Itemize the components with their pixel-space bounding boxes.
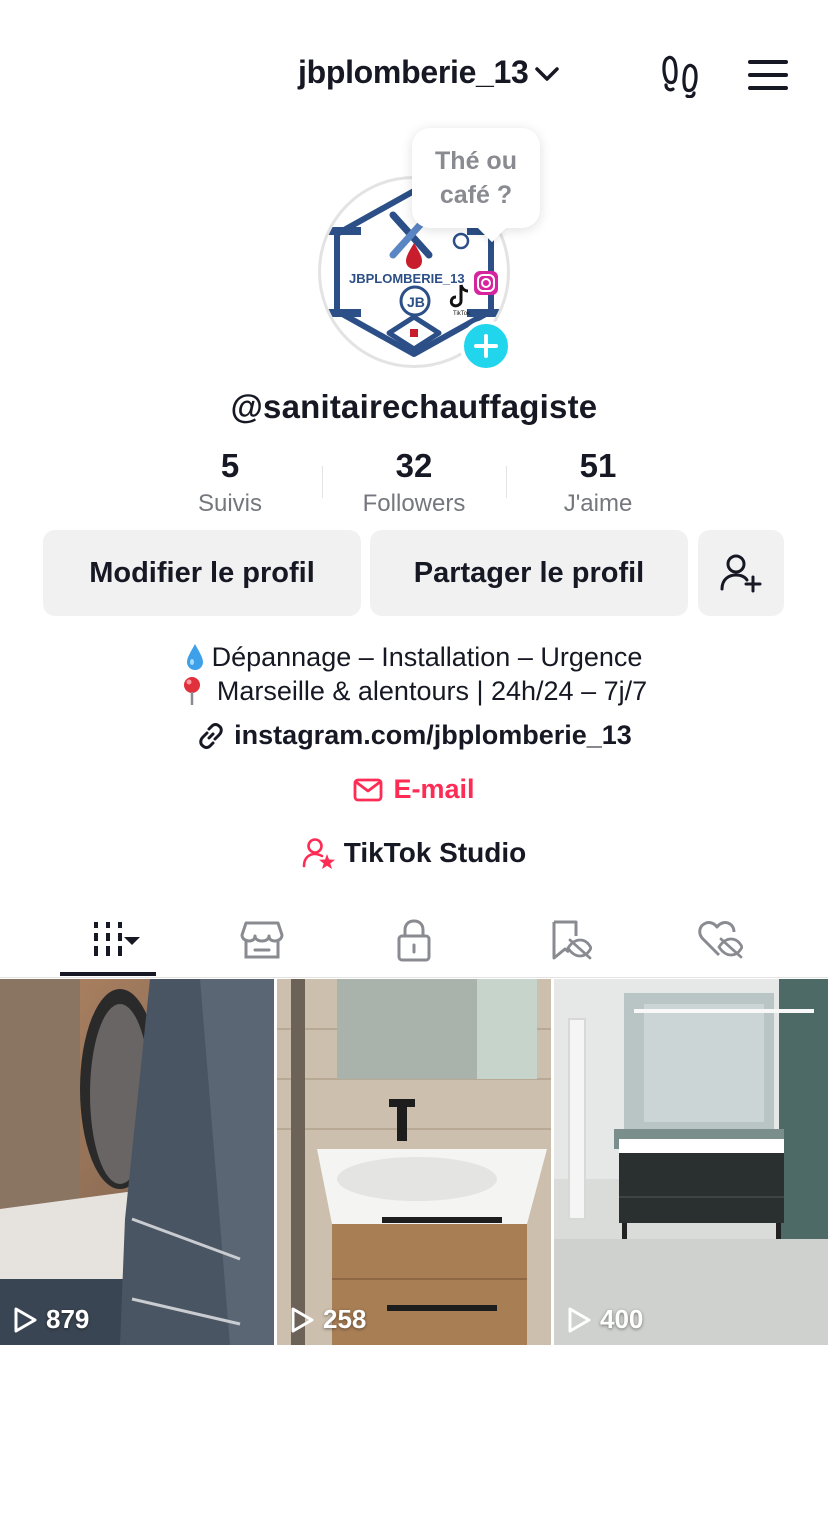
view-count-value: 258 bbox=[323, 1304, 367, 1334]
shop-icon bbox=[240, 921, 284, 959]
tab-liked[interactable] bbox=[672, 912, 768, 968]
play-icon bbox=[568, 1307, 591, 1332]
account-switcher[interactable]: jbplomberie_13 bbox=[298, 54, 529, 91]
footprints-icon[interactable] bbox=[660, 52, 702, 98]
hamburger-menu-icon[interactable] bbox=[748, 58, 788, 92]
bio-link[interactable]: instagram.com/jbplomberie_13 bbox=[0, 720, 828, 751]
active-tab-indicator bbox=[60, 972, 156, 976]
stat-followers-count: 32 bbox=[395, 447, 433, 484]
tiktok-studio-button[interactable]: TikTok Studio bbox=[0, 836, 828, 870]
stat-divider bbox=[322, 466, 323, 498]
logo-tiktok-text: TikTok bbox=[453, 311, 471, 317]
stat-followers[interactable]: 32 Followers bbox=[334, 446, 494, 518]
profile-tabs bbox=[0, 900, 828, 978]
view-count: 879 bbox=[12, 1304, 89, 1335]
username-label: jbplomberie_13 bbox=[298, 54, 529, 90]
video-grid: 879 258 400 bbox=[0, 979, 828, 1345]
stat-followers-label: Followers bbox=[362, 490, 466, 517]
bio-link-text: instagram.com/jbplomberie_13 bbox=[234, 720, 632, 750]
bookmark-hidden-icon bbox=[552, 920, 592, 960]
tab-saved[interactable] bbox=[522, 912, 618, 968]
link-icon bbox=[199, 722, 223, 749]
stat-divider bbox=[506, 466, 507, 498]
play-icon bbox=[14, 1307, 37, 1332]
stat-likes-count: 51 bbox=[579, 447, 617, 484]
stat-following[interactable]: 5 Suivis bbox=[150, 446, 310, 518]
share-profile-button[interactable]: Partager le profil bbox=[370, 530, 688, 616]
add-user-icon bbox=[720, 554, 762, 593]
tab-shop[interactable] bbox=[214, 912, 310, 968]
share-profile-label: Partager le profil bbox=[413, 556, 645, 589]
video-thumbnail-image bbox=[554, 979, 828, 1345]
stat-likes-label: J'aime bbox=[563, 490, 633, 517]
email-label: E-mail bbox=[393, 774, 475, 804]
plus-icon bbox=[474, 334, 498, 358]
video-thumbnail[interactable]: 400 bbox=[554, 979, 828, 1345]
caret-down-icon[interactable] bbox=[122, 934, 142, 946]
view-count: 400 bbox=[566, 1304, 643, 1335]
lock-icon bbox=[397, 919, 431, 962]
view-count: 258 bbox=[289, 1304, 366, 1335]
video-thumbnail[interactable]: 879 bbox=[0, 979, 274, 1345]
bio-line-2: Marseille & alentours | 24h/24 – 7j/7 bbox=[216, 675, 648, 706]
video-thumbnail-image bbox=[0, 979, 274, 1345]
heart-hidden-icon bbox=[698, 921, 743, 959]
mail-icon bbox=[354, 778, 383, 801]
view-count-value: 879 bbox=[46, 1304, 90, 1334]
stat-following-count: 5 bbox=[220, 447, 240, 484]
edit-profile-button[interactable]: Modifier le profil bbox=[43, 530, 361, 616]
email-button[interactable]: E-mail bbox=[0, 774, 828, 805]
video-thumbnail[interactable]: 258 bbox=[277, 979, 551, 1345]
logo-brand-text: JBPLOMBERIE_13 bbox=[349, 271, 465, 286]
tab-private[interactable] bbox=[366, 912, 462, 968]
video-thumbnail-image bbox=[277, 979, 551, 1345]
add-story-button[interactable] bbox=[460, 320, 512, 372]
tiktok-studio-label: TikTok Studio bbox=[343, 837, 527, 868]
play-icon bbox=[291, 1307, 314, 1332]
chevron-down-icon[interactable] bbox=[534, 62, 560, 86]
edit-profile-label: Modifier le profil bbox=[89, 556, 315, 589]
stat-following-label: Suivis bbox=[197, 490, 263, 517]
location-pin-icon bbox=[183, 677, 200, 705]
creator-star-icon bbox=[302, 838, 335, 869]
stat-likes[interactable]: 51 J'aime bbox=[518, 446, 678, 518]
view-count-value: 400 bbox=[600, 1304, 644, 1334]
bio: Dépannage – Installation – Urgence Marse… bbox=[0, 640, 828, 708]
top-bar: jbplomberie_13 bbox=[0, 0, 828, 150]
logo-monogram-text: JB bbox=[407, 294, 425, 310]
tab-videos[interactable] bbox=[60, 912, 156, 968]
note-text: Thé ou café ? bbox=[435, 147, 517, 209]
profile-handle: @sanitairechauffagiste bbox=[230, 388, 598, 425]
water-drop-icon bbox=[186, 644, 203, 670]
add-friend-button[interactable] bbox=[698, 530, 784, 616]
note-bubble[interactable]: Thé ou café ? bbox=[412, 128, 540, 228]
bio-line-1: Dépannage – Installation – Urgence bbox=[211, 641, 643, 672]
